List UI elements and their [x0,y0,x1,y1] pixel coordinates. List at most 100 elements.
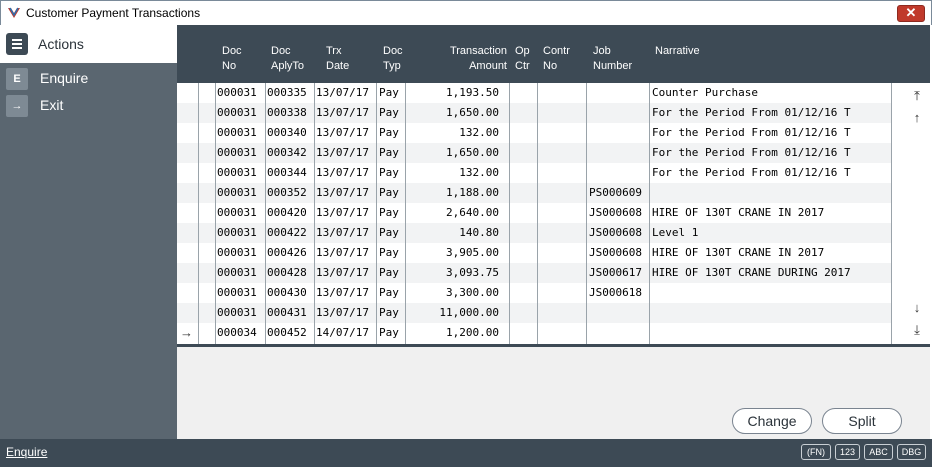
cell-op-ctr [511,163,535,183]
cell-job-number [589,103,647,123]
table-row[interactable]: 000031 000426 13/07/17 Pay 3,905.00 JS000608 H… [177,243,892,263]
table-row[interactable]: 000031 000340 13/07/17 Pay 132.00 For the Per… [177,123,892,143]
cell-doc-no: 000031 [217,106,257,119]
scroll-down-icon[interactable]: ↓ [910,300,924,316]
cell-aply-to: 000338 [267,106,307,119]
status-bar: Enquire (FN) 123 ABC DBG [0,439,932,467]
split-button[interactable]: Split [822,408,902,434]
cell-doc-typ: Pay [379,146,399,159]
cell-narrative: HIRE OF 130T CRANE DURING 2017 [652,266,851,279]
menu-icon[interactable] [6,33,28,55]
column-header-trx-date[interactable]: Trx Date [326,44,349,74]
table-row[interactable]: 000031 000338 13/07/17 Pay 1,650.00 For the P… [177,103,892,123]
cell-aply-to: 000431 [267,306,307,319]
cell-doc-typ: Pay [379,246,399,259]
cell-doc-no: 000031 [217,126,257,139]
cell-narrative: Level 1 [652,226,699,239]
column-header-doc-no[interactable]: Doc No [222,44,242,74]
cell-narrative: For the Period From 01/12/16 T [652,106,851,119]
column-header-job-number[interactable]: Job Number [593,44,632,74]
sidebar-item-enquire[interactable]: E Enquire [0,65,177,92]
cell-aply-to: 000344 [267,166,307,179]
cell-amount: 1,650.00 [446,146,499,159]
title-bar: Customer Payment Transactions ✕ [0,0,932,25]
change-button[interactable]: Change [732,408,812,434]
window-title: Customer Payment Transactions [26,6,201,20]
cell-contr-no [539,323,584,343]
table-row[interactable]: 000031 000335 13/07/17 Pay 1,193.50 Counter P… [177,83,892,103]
app-logo-icon [8,7,20,18]
column-header-doc-typ[interactable]: Doc Typ [383,44,403,74]
cell-contr-no [539,123,584,143]
cell-trx-date: 13/07/17 [316,206,369,219]
cell-doc-no: 000034 [217,326,257,339]
table-row[interactable]: 000031 000342 13/07/17 Pay 1,650.00 For the P… [177,143,892,163]
column-header-aply-to[interactable]: Doc AplyTo [271,44,304,74]
enquire-icon: E [6,68,28,90]
close-button[interactable]: ✕ [897,5,925,22]
table-row[interactable]: 000031 000430 13/07/17 Pay 3,300.00 JS000618 [177,283,892,303]
cell-amount: 140.80 [459,226,499,239]
cell-doc-typ: Pay [379,166,399,179]
table-row[interactable]: 000034 000452 14/07/17 Pay 1,200.00 [177,323,892,343]
scroll-bottom-icon[interactable]: ⤓ [910,322,924,338]
cell-trx-date: 14/07/17 [316,326,369,339]
cell-aply-to: 000452 [267,326,307,339]
status-badge-dbg[interactable]: DBG [897,444,926,460]
column-header-contr-no[interactable]: Contr No [543,44,570,74]
cell-doc-no: 000031 [217,246,257,259]
column-header-amount[interactable]: Transaction Amount [437,44,507,74]
cell-aply-to: 000426 [267,246,307,259]
cell-op-ctr [511,303,535,323]
cell-aply-to: 000422 [267,226,307,239]
status-badge-abc[interactable]: ABC [864,444,893,460]
table-row[interactable]: 000031 000428 13/07/17 Pay 3,093.75 JS000617 H… [177,263,892,283]
cell-contr-no [539,263,584,283]
cell-doc-typ: Pay [379,286,399,299]
cell-trx-date: 13/07/17 [316,286,369,299]
cell-narrative: For the Period From 01/12/16 T [652,166,851,179]
cell-doc-typ: Pay [379,206,399,219]
table-row[interactable]: 000031 000431 13/07/17 Pay 11,000.00 [177,303,892,323]
cell-narrative [652,323,890,343]
status-badge-fn[interactable]: (FN) [801,444,831,460]
cell-doc-no: 000031 [217,286,257,299]
cell-doc-no: 000031 [217,186,257,199]
cell-doc-no: 000031 [217,166,257,179]
scroll-top-icon[interactable]: ⤒ [910,88,924,104]
scroll-up-icon[interactable]: ↑ [910,110,924,126]
table-row[interactable]: 000031 000344 13/07/17 Pay 132.00 For the Per… [177,163,892,183]
cell-trx-date: 13/07/17 [316,226,369,239]
cell-doc-typ: Pay [379,106,399,119]
cell-contr-no [539,83,584,103]
current-row-arrow-icon: → [180,325,193,340]
cell-amount: 11,000.00 [439,306,499,319]
cell-narrative: HIRE OF 130T CRANE IN 2017 [652,206,825,219]
table-row[interactable]: 000031 000420 13/07/17 Pay 2,640.00 JS000608 H… [177,203,892,223]
column-header-narrative[interactable]: Narrative [655,44,700,59]
sidebar-item-exit[interactable]: → Exit [0,92,177,119]
cell-narrative [652,283,890,303]
sidebar-item-label: Exit [40,97,64,113]
cell-trx-date: 13/07/17 [316,246,369,259]
cell-amount: 1,188.00 [446,186,499,199]
table-row[interactable]: 000031 000352 13/07/17 Pay 1,188.00 PS000609 [177,183,892,203]
cell-op-ctr [511,83,535,103]
cell-job-number: JS000618 [589,286,642,299]
status-badge-123[interactable]: 123 [835,444,860,460]
cell-op-ctr [511,143,535,163]
cell-amount: 3,300.00 [446,286,499,299]
cell-job-number [589,83,647,103]
cell-amount: 1,650.00 [446,106,499,119]
cell-contr-no [539,143,584,163]
status-text: Enquire [6,445,48,459]
cell-doc-typ: Pay [379,306,399,319]
cell-trx-date: 13/07/17 [316,146,369,159]
cell-doc-no: 000031 [217,266,257,279]
column-header-op-ctr[interactable]: Op Ctr [515,44,530,74]
cell-op-ctr [511,283,535,303]
cell-narrative: Counter Purchase [652,86,758,99]
cell-aply-to: 000342 [267,146,307,159]
table-row[interactable]: 000031 000422 13/07/17 Pay 140.80 JS000608 Lev… [177,223,892,243]
cell-trx-date: 13/07/17 [316,306,369,319]
